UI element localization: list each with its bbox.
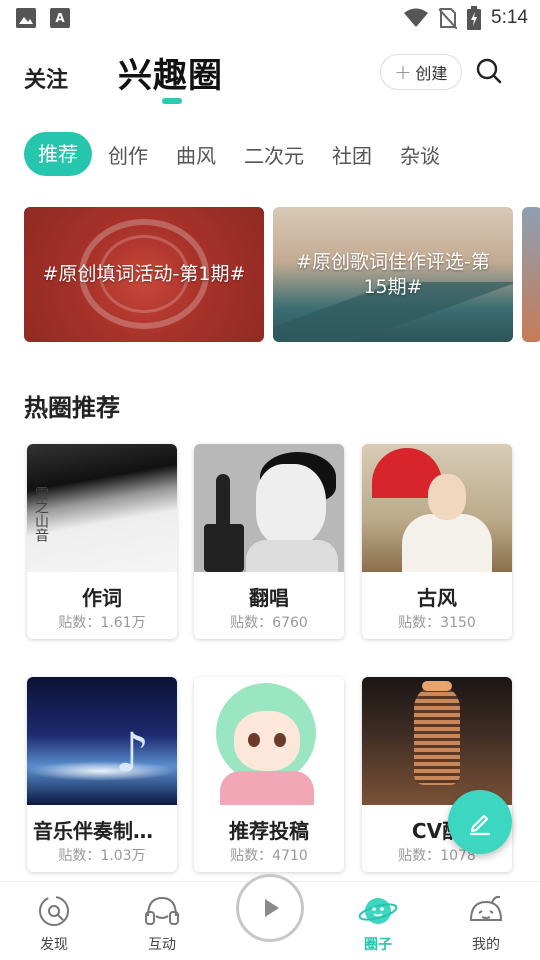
- section-title: 热圈推荐: [24, 394, 120, 422]
- search-icon: [476, 58, 502, 84]
- profile-icon: [469, 895, 503, 921]
- card-name: 音乐伴奏制作...: [33, 819, 176, 843]
- card-name: 推荐投稿: [229, 819, 309, 843]
- card-name: 作词: [82, 586, 122, 610]
- banner-carousel: #原创填词活动-第1期# #原创歌词佳作评选-第15期#: [24, 207, 540, 342]
- banner-card-partial[interactable]: [522, 207, 540, 342]
- category-tab-club[interactable]: 社团: [332, 140, 372, 169]
- card-image: [362, 444, 512, 572]
- compose-post-button[interactable]: [448, 790, 512, 854]
- banner-card[interactable]: #原创填词活动-第1期#: [24, 207, 264, 342]
- card-image: [194, 444, 344, 572]
- top-header: 关注 兴趣圈 + 创建: [0, 40, 540, 110]
- create-button-label: 创建: [415, 64, 448, 83]
- card-image: ♪: [27, 677, 177, 805]
- circle-card[interactable]: 古风 贴数：3150: [362, 444, 512, 639]
- nav-label: 发现: [40, 937, 68, 953]
- nav-item-discover[interactable]: 发现: [24, 894, 84, 954]
- image-icon: [16, 8, 36, 28]
- nav-item-profile[interactable]: 我的: [456, 894, 516, 954]
- circle-card[interactable]: 翻唱 贴数：6760: [194, 444, 344, 639]
- card-name: 古风: [417, 586, 457, 610]
- circle-card[interactable]: ♪ 音乐伴奏制作... 贴数：1.03万: [27, 677, 177, 872]
- card-post-count: 贴数：4710: [230, 848, 308, 864]
- nav-label: 圈子: [364, 937, 392, 953]
- wifi-icon: [404, 8, 429, 27]
- category-tab-recommend[interactable]: 推荐: [24, 132, 92, 176]
- category-tab-style[interactable]: 曲风: [176, 140, 216, 169]
- discover-icon: [39, 896, 69, 926]
- card-post-count: 贴数：6760: [230, 615, 308, 631]
- banner-title: #原创歌词佳作评选-第15期#: [296, 250, 490, 298]
- clock-time: 5:14: [491, 7, 528, 28]
- circle-card[interactable]: 推荐投稿 贴数：4710: [194, 677, 344, 872]
- search-button[interactable]: [474, 56, 504, 86]
- card-image: [362, 677, 512, 805]
- card-post-count: 贴数：1.03万: [58, 848, 146, 864]
- circle-icon: [358, 898, 398, 924]
- create-button[interactable]: + 创建: [380, 54, 462, 90]
- nav-item-interact[interactable]: 互动: [132, 894, 192, 954]
- category-tab-chat[interactable]: 杂谈: [400, 140, 440, 169]
- a-icon: A: [50, 8, 70, 28]
- tab-interest-circle[interactable]: 兴趣圈: [118, 48, 223, 97]
- plus-icon: +: [394, 60, 412, 84]
- status-bar: A 5:14: [0, 0, 540, 36]
- card-name: 翻唱: [249, 586, 289, 610]
- battery-icon: [467, 6, 482, 30]
- category-tab-create[interactable]: 创作: [108, 140, 148, 169]
- nav-label: 我的: [472, 937, 500, 953]
- category-tab-acg[interactable]: 二次元: [244, 140, 304, 169]
- category-tabs: 推荐 创作 曲风 二次元 社团 杂谈: [24, 132, 468, 176]
- active-tab-indicator: [162, 98, 182, 104]
- card-post-count: 贴数：3150: [398, 615, 476, 631]
- circle-card[interactable]: 雲之山音 作词 贴数：1.61万: [27, 444, 177, 639]
- interact-icon: [145, 896, 179, 925]
- banner-card[interactable]: #原创歌词佳作评选-第15期#: [273, 207, 513, 342]
- banner-title: #原创填词活动-第1期#: [42, 263, 246, 285]
- nav-label: 互动: [148, 937, 176, 953]
- card-post-count: 贴数：1.61万: [58, 615, 146, 631]
- nav-item-circle[interactable]: 圈子: [348, 894, 408, 954]
- nav-play-button[interactable]: [236, 874, 304, 942]
- tab-follow[interactable]: 关注: [24, 62, 68, 94]
- bottom-navigation: 发现 互动 圈子 我的: [0, 874, 540, 960]
- card-image: [194, 677, 344, 805]
- card-image: 雲之山音: [27, 444, 177, 572]
- no-sim-icon: [439, 8, 458, 29]
- play-icon: [265, 899, 279, 917]
- pen-icon: [469, 814, 491, 836]
